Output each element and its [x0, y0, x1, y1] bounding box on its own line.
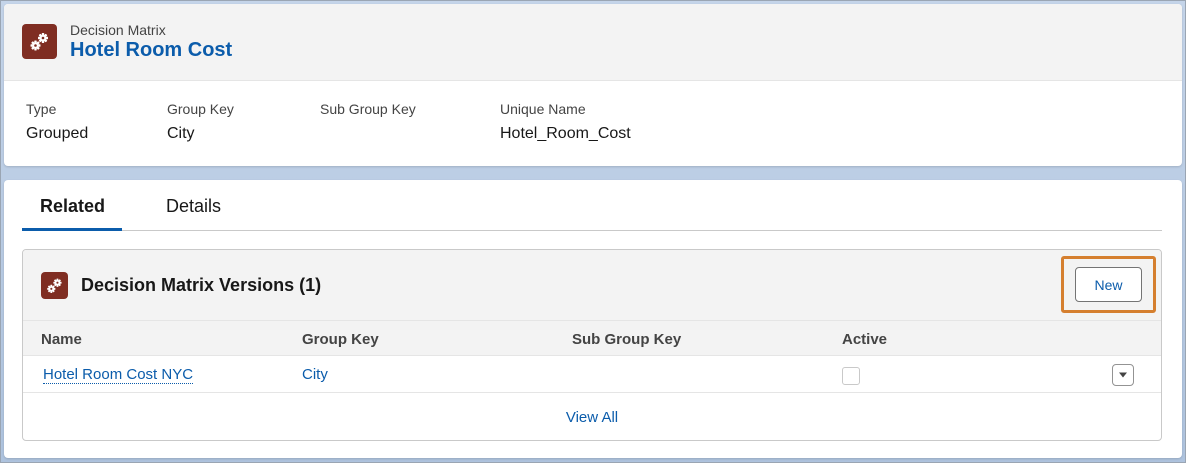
table-header: Name Group Key Sub Group Key Active [23, 321, 1161, 356]
record-header-top: Decision Matrix Hotel Room Cost [4, 4, 1182, 81]
record-name: Hotel Room Cost [70, 39, 233, 61]
row-active-checkbox [842, 367, 860, 385]
field-value: City [167, 125, 195, 142]
chevron-down-icon [1119, 372, 1127, 378]
row-actions-button[interactable] [1112, 364, 1134, 386]
view-all-link[interactable]: View All [23, 409, 1161, 426]
gears-icon [22, 24, 57, 59]
field-type: Type Grouped [26, 101, 88, 143]
main-content-card: Related Details Decision Matrix Versions… [4, 180, 1182, 458]
field-value: Grouped [26, 125, 89, 142]
field-value: Hotel_Room_Cost [500, 125, 631, 142]
active-tab-indicator [22, 228, 122, 231]
field-label: Sub Group Key [320, 101, 416, 117]
gears-icon [41, 272, 68, 299]
column-header-group-key[interactable]: Group Key [302, 331, 379, 348]
row-name-link[interactable]: Hotel Room Cost NYC [43, 366, 194, 384]
related-list-decision-matrix-versions: Decision Matrix Versions (1) New Name Gr… [22, 249, 1162, 441]
field-unique-name: Unique Name Hotel_Room_Cost [500, 101, 631, 143]
column-header-active[interactable]: Active [842, 331, 887, 348]
field-group-key: Group Key City [167, 101, 234, 143]
tab-bar: Related Details [22, 180, 1162, 231]
tab-details[interactable]: Details [166, 196, 221, 217]
column-header-name[interactable]: Name [41, 331, 82, 348]
table-row: Hotel Room Cost NYC City [23, 356, 1161, 393]
object-type-label: Decision Matrix [70, 22, 166, 38]
field-sub-group-key: Sub Group Key [320, 101, 416, 125]
field-label: Unique Name [500, 101, 586, 117]
field-label: Type [26, 101, 57, 117]
new-button[interactable]: New [1075, 267, 1142, 302]
field-label: Group Key [167, 101, 234, 117]
column-header-sub-group-key[interactable]: Sub Group Key [572, 331, 681, 348]
related-list-header: Decision Matrix Versions (1) New [23, 250, 1161, 321]
record-header: Decision Matrix Hotel Room Cost Type Gro… [4, 4, 1182, 166]
related-list-title[interactable]: Decision Matrix Versions (1) [81, 275, 321, 296]
row-group-key-link[interactable]: City [302, 366, 328, 383]
tab-related[interactable]: Related [40, 196, 105, 217]
